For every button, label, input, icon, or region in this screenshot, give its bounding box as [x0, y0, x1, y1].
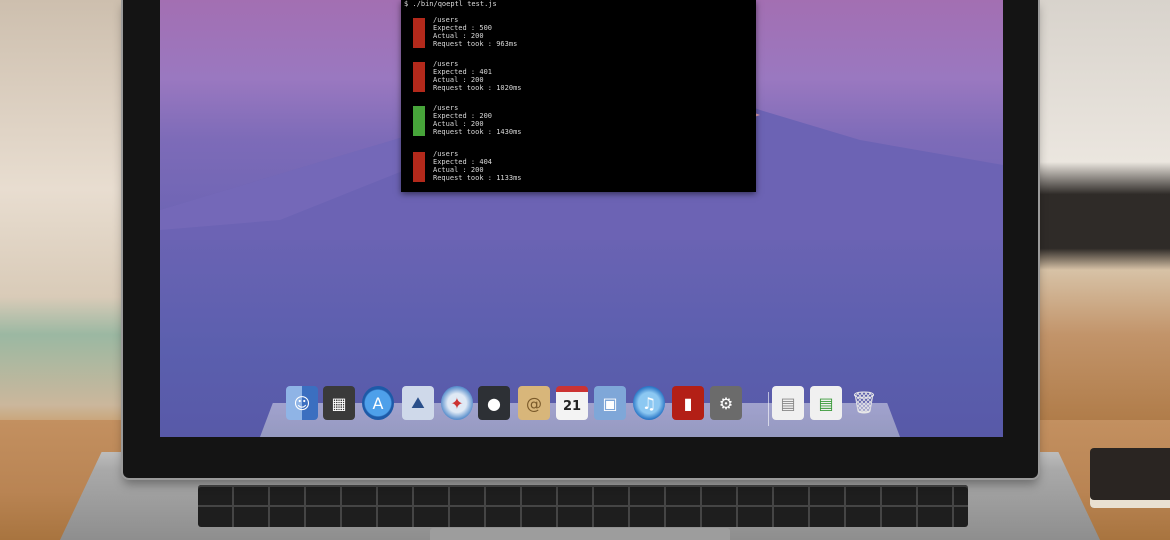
result-took: Request took : 1133ms — [433, 174, 522, 182]
app-store-icon[interactable]: A — [362, 386, 394, 420]
calendar-icon[interactable]: 21 — [556, 386, 588, 420]
status-bar-pass — [413, 106, 425, 136]
terminal-window[interactable]: $ ./bin/qoeptl test.js /users Expected : … — [401, 0, 756, 192]
result-path: /users — [433, 150, 459, 158]
status-bar-fail — [413, 62, 425, 92]
result-actual: Actual : 200 — [433, 120, 484, 128]
result-expected: Expected : 401 — [433, 68, 493, 76]
result-actual: Actual : 200 — [433, 76, 484, 84]
result-expected: Expected : 404 — [433, 158, 493, 166]
result-took: Request took : 1430ms — [433, 128, 522, 136]
contacts-icon[interactable]: @ — [518, 386, 550, 420]
safari-icon[interactable]: ✦ — [441, 386, 473, 420]
photo-booth-icon[interactable]: ▮ — [672, 386, 704, 420]
result-path: /users — [433, 104, 459, 112]
desktop-screen: $ ./bin/qoeptl test.js /users Expected : … — [160, 0, 1003, 437]
result-took: Request took : 963ms — [433, 40, 518, 48]
status-bar-fail — [413, 152, 425, 182]
result-took: Request took : 1020ms — [433, 84, 522, 92]
iphoto-icon[interactable]: ▣ — [594, 386, 626, 420]
calendar-day: 21 — [562, 398, 582, 414]
terminal-command: $ ./bin/qoeptl test.js — [404, 0, 497, 8]
result-path: /users — [433, 16, 459, 24]
result-expected: Expected : 500 — [433, 24, 493, 32]
result-expected: Expected : 200 — [433, 112, 493, 120]
document-alt-icon[interactable]: ▤ — [810, 386, 842, 420]
dashboard-icon[interactable]: ▦ — [323, 386, 355, 420]
book — [1090, 448, 1170, 508]
result-actual: Actual : 200 — [433, 166, 484, 174]
itunes-icon[interactable]: ♫ — [633, 386, 665, 420]
system-preferences-icon[interactable]: ⚙ — [710, 386, 742, 420]
keyboard — [198, 485, 968, 527]
status-bar-fail — [413, 18, 425, 48]
trash-icon[interactable]: 🗑 — [848, 386, 880, 420]
document-icon[interactable]: ▤ — [772, 386, 804, 420]
finder-icon[interactable]: ☺ — [286, 386, 318, 420]
dock-separator — [768, 392, 769, 426]
facetime-icon[interactable]: ● — [478, 386, 510, 420]
result-path: /users — [433, 60, 459, 68]
trackpad — [430, 528, 730, 540]
preview-icon[interactable]: ⛰ — [402, 386, 434, 420]
result-actual: Actual : 200 — [433, 32, 484, 40]
